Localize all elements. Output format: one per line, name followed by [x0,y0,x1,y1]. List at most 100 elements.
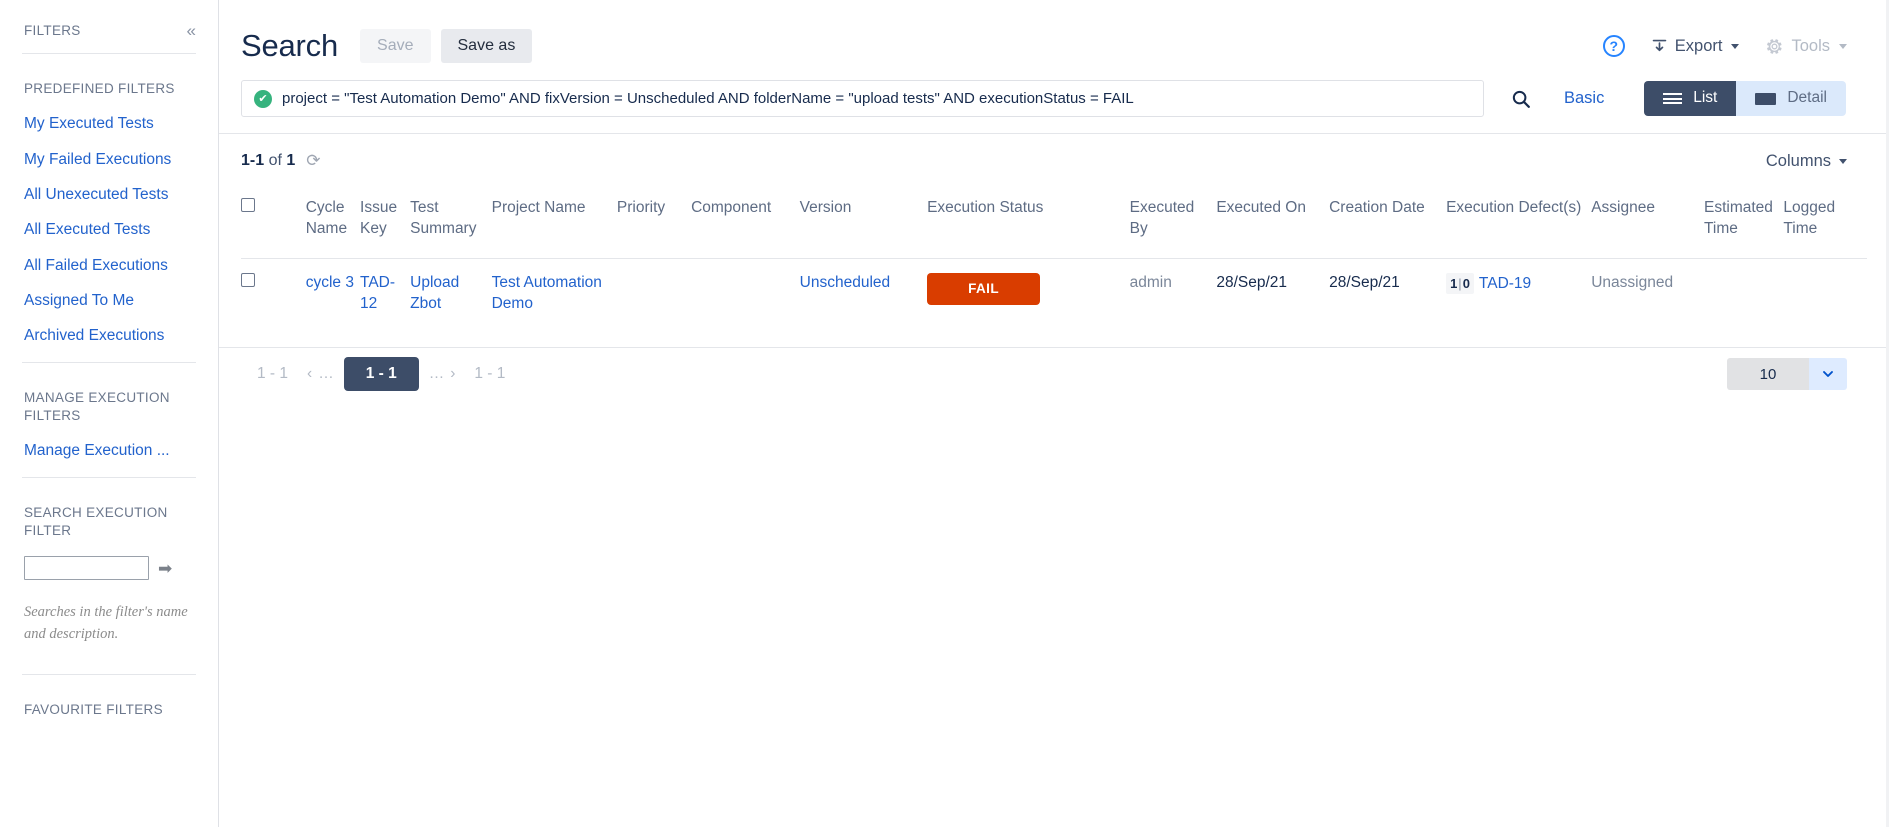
search-execution-filter-label: SEARCH EXECUTION FILTER [24,504,168,538]
list-icon [1663,93,1683,104]
row-select-cell [241,257,306,337]
column-header-logged-time[interactable]: Logged Time [1783,188,1867,258]
refresh-icon[interactable]: ⟳ [306,151,320,171]
status-badge[interactable]: FAIL [927,272,1041,306]
assignee-value: Unassigned [1591,273,1674,291]
tab-detail-view[interactable]: Detail [1736,81,1846,116]
cell-logged-time [1783,257,1867,337]
sidebar-divider-3 [22,476,196,478]
sidebar-divider-2 [22,361,196,363]
main-content: Search Save Save as ? Export Tools ✔ pro… [219,0,1889,827]
cell-assignee: Unassigned [1591,257,1704,337]
column-header-version[interactable]: Version [800,188,927,258]
sidebar-item-all-executed-tests[interactable]: All Executed Tests [24,220,194,239]
gear-icon [1767,38,1783,54]
export-menu[interactable]: Export [1651,37,1740,56]
test-summary-link[interactable]: Upload Zbot [410,274,459,312]
pagination-first-label[interactable]: 1 - 1 [241,365,304,383]
page-size-select[interactable]: 10 [1727,358,1847,391]
column-header-execution-status[interactable]: Execution Status [927,188,1130,258]
cycle-name-link[interactable]: cycle 3 [306,274,354,291]
sidebar-divider-4 [22,673,196,675]
detail-icon [1755,92,1777,105]
column-header-creation-date[interactable]: Creation Date [1329,188,1446,258]
column-header-cycle-name[interactable]: Cycle Name [306,188,360,258]
chevron-down-icon [1731,43,1740,49]
jql-valid-icon: ✔ [254,89,272,108]
page-header: Search Save Save as ? Export Tools [219,0,1889,72]
filter-search-input[interactable] [24,556,149,581]
pagination-current-page[interactable]: 1 - 1 [343,357,419,392]
favourite-filters-label: FAVOURITE FILTERS [24,701,163,717]
jql-query-text: project = "Test Automation Demo" AND fix… [282,90,1134,107]
filters-sidebar: FILTERS « PREDEFINED FILTERS My Executed… [0,0,219,827]
list-view-label: List [1693,89,1718,107]
cell-priority [616,257,692,337]
column-header-project-name[interactable]: Project Name [492,188,617,258]
cell-project-name: Test Automation Demo [491,257,617,337]
row-checkbox[interactable] [241,272,255,287]
table-row[interactable]: cycle 3 TAD-12 Upload Zbot Test Automati… [241,257,1867,337]
version-link[interactable]: Unscheduled [800,274,890,291]
table-header-row: Cycle Name Issue Key Test Summary Projec… [241,188,1867,258]
sidebar-item-my-executed-tests[interactable]: My Executed Tests [24,114,194,133]
sidebar-header: FILTERS « [24,0,197,53]
chevron-glyph [1823,371,1833,378]
issue-key-link[interactable]: TAD-12 [360,274,395,312]
results-count: 1-1 of 1 [241,152,295,170]
defect-count-badge: 1|0 [1446,272,1474,295]
tab-list-view[interactable]: List [1644,81,1737,116]
cell-issue-key: TAD-12 [360,257,411,337]
sidebar-item-archived-executions[interactable]: Archived Executions [24,326,194,345]
sidebar-item-all-unexecuted-tests[interactable]: All Unexecuted Tests [24,185,194,204]
jql-input[interactable]: ✔ project = "Test Automation Demo" AND f… [241,80,1484,117]
column-header-test-summary[interactable]: Test Summary [410,188,491,258]
export-download-icon [1652,39,1667,51]
pagination-prev-ellipsis: … [318,365,334,383]
save-button[interactable]: Save [360,29,431,63]
pagination-last-label[interactable]: 1 - 1 [458,365,521,383]
sidebar-item-manage-execution-filters[interactable]: Manage Execution ... [24,441,194,460]
cell-executed-on: 28/Sep/21 [1216,257,1330,337]
column-header-issue-key[interactable]: Issue Key [360,188,410,258]
sidebar-item-assigned-to-me[interactable]: Assigned To Me [24,291,194,310]
columns-menu[interactable]: Columns [1766,152,1847,171]
collapse-sidebar-icon[interactable]: « [187,22,197,39]
defect-issue-link[interactable]: TAD-19 [1479,275,1531,292]
sidebar-title: FILTERS [24,23,81,38]
column-header-executed-by[interactable]: Executed By [1130,188,1217,258]
column-header-executed-on[interactable]: Executed On [1216,188,1329,258]
pagination: 1 - 1 ‹ … 1 - 1 … › 1 - 1 10 [219,346,1889,401]
select-all-checkbox[interactable] [241,198,255,212]
column-header-component[interactable]: Component [691,188,800,258]
search-icon[interactable] [1506,84,1536,114]
sidebar-item-my-failed-executions[interactable]: My Failed Executions [24,150,194,169]
header-actions: ? Export Tools [1602,35,1867,57]
results-count-of: of [268,152,282,169]
save-as-button[interactable]: Save as [440,29,533,63]
column-header-assignee[interactable]: Assignee [1591,188,1704,258]
submit-arrow-icon[interactable]: ➡ [158,560,172,577]
basic-search-link[interactable]: Basic [1564,89,1604,108]
results-count-total: 1 [286,152,296,169]
cell-estimated-time [1704,257,1784,337]
filter-search-hint: Searches in the filter's name and descri… [24,604,188,642]
cell-execution-status: FAIL [927,257,1130,337]
tools-menu[interactable]: Tools [1765,37,1847,56]
pagination-next-icon[interactable]: › [447,365,458,383]
results-header: 1-1 of 1 ⟳ Columns [219,134,1889,188]
cell-cycle-name: cycle 3 [305,257,361,337]
column-header-priority[interactable]: Priority [617,188,691,258]
help-icon[interactable]: ? [1602,35,1625,57]
pagination-prev-icon[interactable]: ‹ [304,365,315,383]
column-header-estimated-time[interactable]: Estimated Time [1704,188,1783,258]
sidebar-divider-1 [22,53,196,54]
chevron-down-icon[interactable] [1809,358,1847,391]
sidebar-item-all-failed-executions[interactable]: All Failed Executions [24,256,194,275]
cell-test-summary: Upload Zbot [410,257,492,337]
view-mode-toggle: List Detail [1644,81,1846,116]
defect-separator: | [1458,275,1462,291]
filter-search-row: ➡ [24,556,194,581]
project-name-link[interactable]: Test Automation Demo [492,274,602,312]
column-header-execution-defects[interactable]: Execution Defect(s) [1446,188,1591,258]
